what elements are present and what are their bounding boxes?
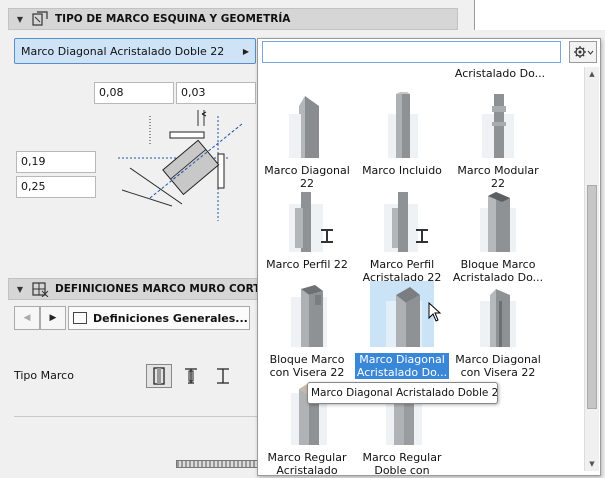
offset-input-2[interactable]: 0,03	[176, 82, 256, 104]
curtain-wall-icon	[32, 282, 49, 297]
bottom-slider-track[interactable]	[176, 460, 258, 468]
frame-thumbnail	[466, 281, 530, 347]
frame-type-label: Marco Diagonal Acristalado Doble 22	[21, 44, 225, 58]
frame-type-rect-icon[interactable]	[146, 364, 172, 388]
frame-type-button[interactable]: Marco Diagonal Acristalado Doble 22 ▶	[14, 38, 256, 64]
tipo-marco-options	[146, 364, 236, 388]
mouse-cursor-icon	[428, 302, 442, 322]
section-title: DEFINICIONES MARCO MURO CORTIN	[55, 283, 274, 295]
tipo-marco-label: Tipo Marco	[14, 369, 74, 382]
frame-thumbnail	[275, 281, 339, 347]
scroll-down-icon[interactable]: ▼	[585, 457, 599, 471]
frame-geometry-icon	[32, 11, 48, 26]
depth-input[interactable]: 0,25	[16, 176, 96, 198]
library-item[interactable]: Marco Incluido	[354, 90, 450, 177]
library-item[interactable]: Marco Modular 22	[450, 92, 546, 190]
library-item-selected[interactable]: Marco Diagonal Acristalado Do...	[354, 281, 450, 379]
frame-thumbnail	[370, 186, 434, 252]
library-scrollbar[interactable]: ▲ ▼	[584, 67, 599, 471]
library-item[interactable]: Marco Perfil Acristalado 22	[354, 186, 450, 284]
panel-icon	[73, 312, 87, 324]
frame-type-t-icon[interactable]	[178, 364, 204, 388]
frame-thumbnail	[275, 186, 339, 252]
library-item-label: Marco Regular Acristalado Doble	[267, 451, 347, 478]
width-input[interactable]: 0,19	[16, 151, 96, 173]
gear-icon	[574, 46, 594, 58]
frame-type-i-icon[interactable]	[210, 364, 236, 388]
previous-row-label: Acristalado Do...	[454, 67, 546, 80]
divider	[14, 416, 258, 417]
library-item[interactable]: Marco Diagonal con Visera 22	[450, 281, 546, 379]
offset-input-1[interactable]: 0,08	[94, 82, 174, 104]
library-item-label: Marco Diagonal con Visera 22	[455, 353, 541, 379]
definitions-dropdown-label: Definiciones Generales...	[93, 311, 248, 325]
definitions-dropdown[interactable]: Definiciones Generales...	[68, 306, 250, 330]
frame-geometry-diagram	[118, 110, 243, 221]
library-item[interactable]: Bloque Marco Acristalado Do...	[450, 186, 546, 284]
arrow-right-icon: ▶	[242, 46, 249, 56]
scroll-thumb[interactable]	[587, 185, 597, 409]
previous-button[interactable]: ◀	[14, 306, 40, 330]
frame-thumbnail	[466, 186, 530, 252]
settings-button[interactable]	[569, 41, 597, 63]
scroll-up-icon[interactable]: ▲	[585, 67, 599, 81]
library-item-label: Marco Diagonal Acristalado Do...	[355, 353, 449, 379]
geometry-section-header[interactable]: ▼ TIPO DE MARCO ESQUINA Y GEOMETRÍA	[8, 8, 458, 30]
library-item-label: Marco Incluido	[362, 164, 442, 177]
library-item-label: Bloque Marco con Visera 22	[269, 353, 345, 379]
library-item[interactable]: Marco Perfil 22	[259, 186, 355, 271]
next-button[interactable]: ▶	[40, 306, 66, 330]
library-item[interactable]: Bloque Marco con Visera 22	[259, 281, 355, 379]
frame-thumbnail	[370, 90, 434, 158]
library-item-label: Marco Regular Doble con Vise...	[362, 451, 442, 478]
frame-thumbnail	[275, 92, 339, 158]
window-edge-area	[475, 0, 605, 30]
collapse-triangle-icon[interactable]: ▼	[13, 285, 27, 294]
item-tooltip: Marco Diagonal Acristalado Doble 22	[307, 382, 498, 404]
library-item-label: Marco Perfil 22	[266, 258, 348, 271]
section-title: TIPO DE MARCO ESQUINA Y GEOMETRÍA	[55, 13, 291, 25]
frame-thumbnail	[466, 92, 530, 158]
collapse-triangle-icon[interactable]: ▼	[13, 15, 27, 24]
library-search-input[interactable]	[262, 41, 561, 63]
frame-thumbnail	[370, 281, 434, 347]
definitions-nav: ◀ ▶ Definiciones Generales...	[14, 306, 250, 330]
library-item[interactable]: Marco Diagonal 22	[259, 92, 355, 190]
